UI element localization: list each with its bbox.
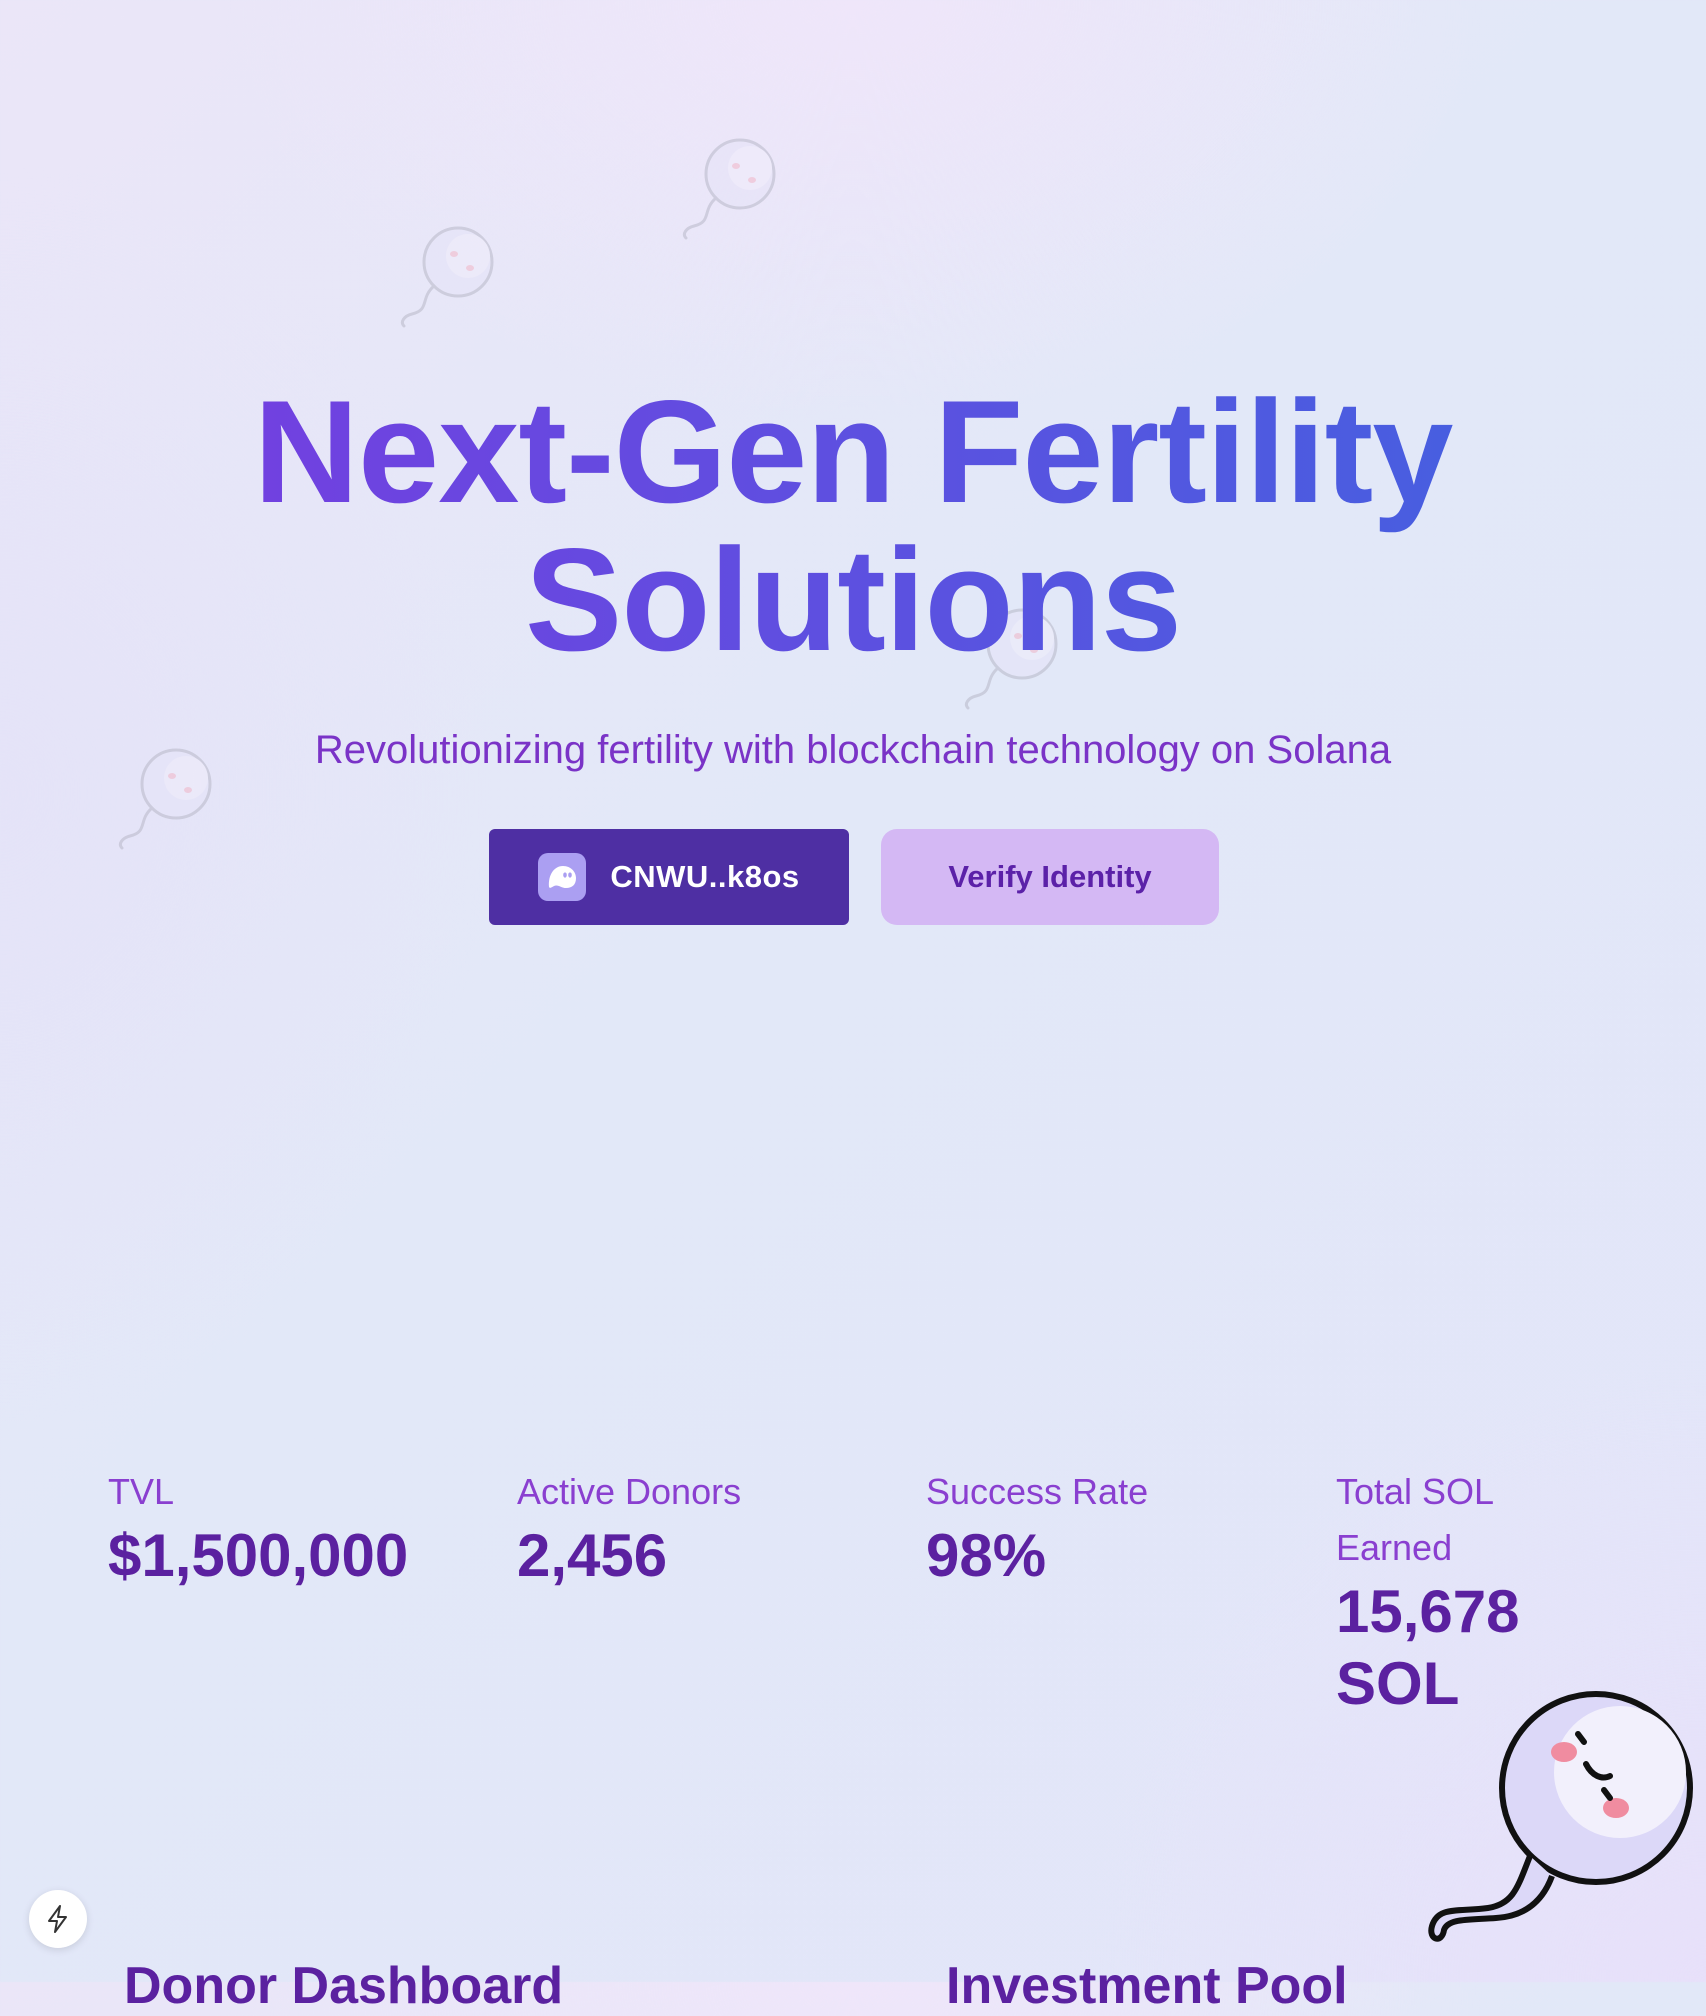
stat-success-rate: Success Rate 98% (926, 1464, 1226, 1592)
sperm-decoration-icon (682, 138, 776, 240)
hero-title-line-2: Solutions (524, 518, 1182, 681)
stat-label: Active Donors (517, 1471, 742, 1512)
stat-value: 2,456 (517, 1522, 668, 1589)
sperm-mascot-icon (1428, 1691, 1693, 1942)
stat-value: 98% (926, 1522, 1047, 1589)
stat-active-donors: Active Donors 2,456 (517, 1464, 817, 1592)
bolt-button[interactable] (29, 1890, 87, 1948)
wallet-address-label: CNWU..k8os (610, 859, 800, 894)
hero-title: Next-Gen Fertility Solutions (0, 378, 1706, 674)
wallet-button[interactable]: CNWU..k8os (489, 829, 849, 925)
verify-identity-button[interactable]: Verify Identity (881, 829, 1219, 925)
bolt-icon (48, 1905, 67, 1933)
stat-label: TVL (108, 1471, 175, 1512)
stat-label: Success Rate (926, 1471, 1149, 1512)
stat-total-sol-earned: Total SOL Earned 15,678 SOL (1336, 1464, 1556, 1720)
stat-tvl: TVL $1,500,000 (108, 1464, 408, 1592)
hero-subtitle: Revolutionizing fertility with blockchai… (314, 728, 1392, 772)
investment-pool-heading: Investment Pool (946, 1957, 1348, 2015)
phantom-ghost-icon (538, 853, 587, 901)
stat-value: $1,500,000 (108, 1522, 409, 1589)
hero-title-line-1: Next-Gen Fertility (253, 370, 1453, 533)
sperm-decoration-icon (400, 226, 494, 328)
donor-dashboard-heading: Donor Dashboard (124, 1957, 564, 2015)
stat-label: Total SOL Earned (1336, 1471, 1493, 1568)
